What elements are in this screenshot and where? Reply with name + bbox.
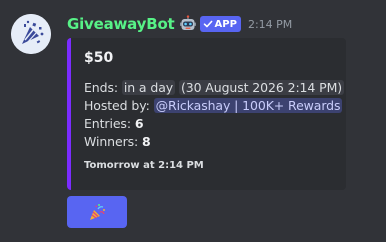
hosted-label: Hosted by: [84,98,150,113]
app-tag: APP [199,16,241,32]
winners-count: 8 [142,134,151,149]
winners-line: Winners: 8 [84,134,151,149]
entries-count: 6 [134,116,144,131]
absolute-timestamp[interactable]: (30 August 2026 2:14 PM) [178,80,345,95]
username[interactable]: GiveawayBot [67,15,175,33]
confetti-bot-avatar-icon [11,14,51,54]
ends-line: Ends: in a day (30 August 2026 2:14 PM) [84,80,345,95]
giveaway-embed: $50 Ends: in a day (30 August 2026 2:14 … [67,38,346,190]
bot-avatar[interactable] [11,14,51,54]
hosted-line: Hosted by: @Rickashay | 100K+ Rewards [84,98,343,113]
app-tag-label: APP [214,18,237,30]
embed-footer: Tomorrow at 2:14 PM [84,160,204,171]
winners-label: Winners: [84,134,139,149]
host-mention[interactable]: @Rickashay | 100K+ Rewards [153,98,343,113]
embed-title: $50 [84,50,114,66]
entries-label: Entries: [84,116,131,131]
message-timestamp[interactable]: 2:14 PM [248,18,292,31]
robot-face-icon [179,15,197,33]
entries-line: Entries: 6 [84,116,144,131]
relative-timestamp[interactable]: in a day [121,80,176,95]
chat-message: GiveawayBot APP 2:14 PM $50 Ends: in a d… [0,0,386,242]
party-popper-icon [90,204,105,220]
message-header: GiveawayBot APP 2:14 PM [67,13,292,35]
join-giveaway-button[interactable] [67,196,127,228]
check-icon [203,20,212,28]
ends-label: Ends: [84,80,118,95]
